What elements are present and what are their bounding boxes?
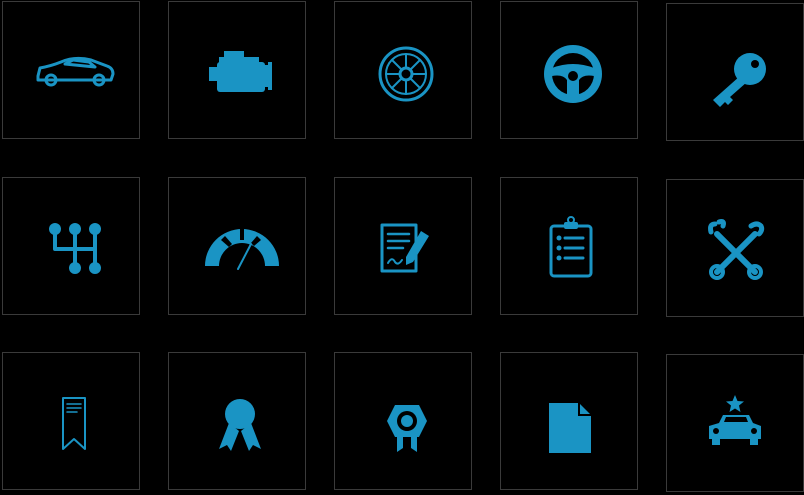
police-car-icon	[709, 395, 761, 445]
engine-icon	[209, 51, 272, 92]
key-icon	[713, 53, 766, 107]
sports-car-icon	[36, 56, 115, 87]
tile-clipboard-checklist[interactable]	[500, 177, 638, 315]
speedometer-icon	[205, 229, 279, 270]
tile-sports-car[interactable]	[2, 1, 140, 139]
wrench-crossed-icon	[708, 219, 765, 280]
tile-police-car[interactable]	[666, 354, 804, 492]
tile-speedometer[interactable]	[168, 177, 306, 315]
tile-gear-shift[interactable]	[2, 177, 140, 315]
tile-wrench-crossed[interactable]	[666, 179, 804, 317]
tile-key[interactable]	[666, 3, 804, 141]
tile-bookmark[interactable]	[2, 352, 140, 490]
wheel-rim-icon	[378, 46, 434, 102]
document-icon	[549, 403, 591, 453]
steering-wheel-icon	[544, 45, 602, 103]
gear-shift-icon	[49, 223, 101, 274]
bookmark-icon	[62, 397, 86, 450]
contract-sign-icon	[380, 223, 429, 273]
tile-wheel-rim[interactable]	[334, 1, 472, 139]
tile-contract-sign[interactable]	[334, 177, 472, 315]
tile-award-ribbon[interactable]	[168, 352, 306, 490]
tile-document[interactable]	[500, 352, 638, 490]
tile-engine[interactable]	[168, 1, 306, 139]
clipboard-checklist-icon	[549, 216, 593, 278]
award-ribbon-icon	[219, 399, 261, 451]
certificate-seal-icon	[387, 405, 427, 452]
tile-certificate-seal[interactable]	[334, 352, 472, 490]
tile-steering-wheel[interactable]	[500, 1, 638, 139]
